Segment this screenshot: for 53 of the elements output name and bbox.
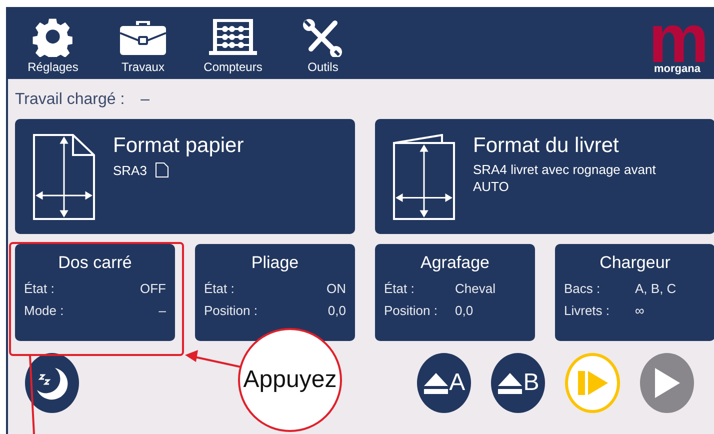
job-label: Travail chargé : [15,91,125,109]
field-label: Bacs : [564,281,602,296]
play-icon [652,367,681,399]
field-value: A, B, C [635,281,678,296]
card-detail: AUTO [473,179,509,194]
nav-button[interactable]: Travaux [98,7,188,79]
status-card[interactable]: Pliage État : ON Position : 0,0 [195,244,355,341]
field-label: Position : [384,303,438,318]
card-detail: SRA4 livret avec rognage avant [473,162,656,177]
logo-name: morgana [654,62,700,74]
card-title: Dos carré [57,253,133,273]
field-value: ∞ [635,303,646,318]
pointer-arrow [185,350,242,368]
tools-icon [301,17,345,57]
card-title: Agrafage [420,253,490,273]
sleep-button[interactable] [25,353,80,413]
field-label: État : [24,281,56,296]
nav-button[interactable]: Réglages [8,7,98,79]
format-card[interactable]: Format du livret SRA4 livret avec rognage avant AUTO [375,119,714,234]
eject-button[interactable]: B [491,353,546,413]
field-value: 0,0 [455,303,474,318]
field-value: ON [326,281,346,296]
card-title: Format du livret [473,134,620,158]
eject-icon [497,371,524,395]
abacus-icon [208,17,258,57]
field-label: Position : [204,303,258,318]
field-label: État : [384,281,416,296]
field-value: 0,0 [326,303,346,318]
format-card[interactable]: Format papier SRA3 [15,119,355,234]
sleep-icon [35,366,70,400]
eject-button[interactable]: A [417,353,472,413]
job-value: – [140,91,150,109]
status-card[interactable]: Agrafage État : Cheval Position : 0,0 [375,244,535,341]
sheet-size-icon [33,134,95,220]
gear-icon [31,17,75,57]
step-forward-icon [576,368,609,398]
card-title: Pliage [250,253,300,273]
status-card[interactable]: Dos carré État : OFF Mode : – [15,244,175,341]
field-label: Livrets : [564,303,611,318]
nav-button[interactable]: Compteurs [188,7,278,79]
nav-button[interactable]: Outils [278,7,368,79]
card-detail: SRA3 [113,162,147,178]
field-value: – [158,303,166,318]
card-title: Chargeur [598,253,672,273]
logo-letter: m [648,16,706,62]
field-value: Cheval [455,281,496,296]
field-value: OFF [139,281,166,296]
booklet-size-icon [393,134,455,220]
eject-icon [423,371,450,395]
field-label: Mode : [24,303,65,318]
card-title: Format papier [113,134,244,158]
status-card[interactable]: Chargeur Bacs : A, B, C Livrets : ∞ [555,244,714,341]
field-label: État : [204,281,236,296]
